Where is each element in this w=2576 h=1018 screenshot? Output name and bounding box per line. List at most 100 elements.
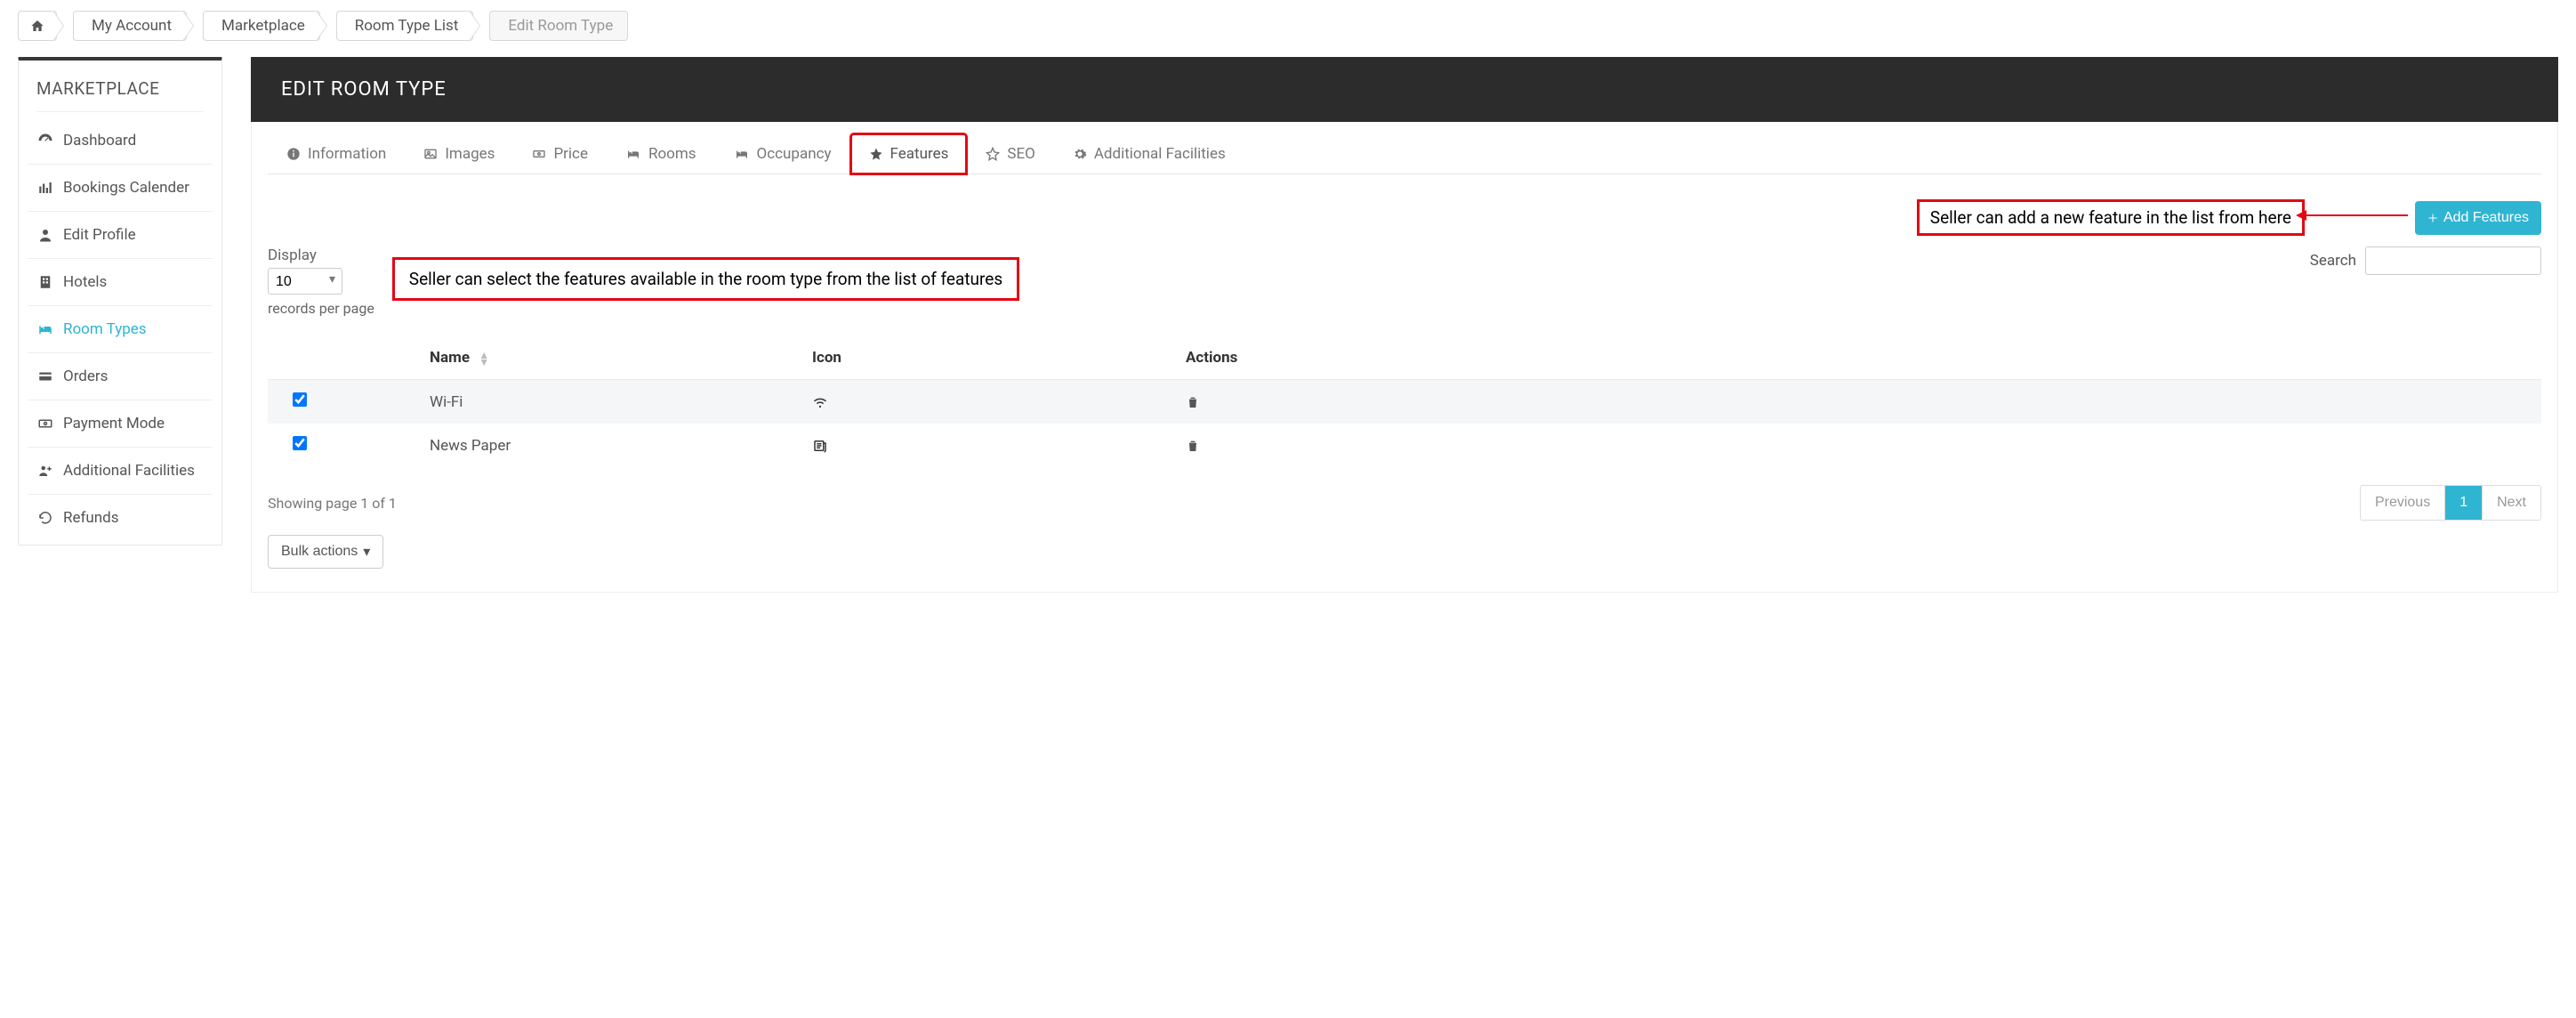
delete-row-button[interactable] [1186,439,2531,453]
sidebar-item-label: Bookings Calender [63,179,189,197]
features-table: Name ▲▼ Icon Actions Wi-Fi [268,336,2541,467]
sidebar-item-orders[interactable]: Orders [28,353,213,400]
column-header-icon: Icon [801,336,1175,380]
star-outline-icon [986,147,1000,161]
bed-icon [734,147,750,161]
dashboard-icon [36,133,54,149]
sidebar-item-label: Room Types [63,320,147,338]
delete-row-button[interactable] [1186,395,2531,409]
breadcrumb-item-marketplace[interactable]: Marketplace [203,11,320,41]
column-header-checkbox [268,336,419,380]
page-prev-button[interactable]: Previous [2361,486,2445,520]
add-features-button[interactable]: Add Features [2415,201,2541,235]
sidebar-item-bookings-calendar[interactable]: Bookings Calender [28,165,213,212]
tab-features[interactable]: Features [850,133,968,174]
breadcrumb-separator [187,11,203,41]
sidebar-title: MARKETPLACE [36,78,204,112]
main-content: EDIT ROOM TYPE Information Images Price [251,57,2558,593]
page-next-button[interactable]: Next [2483,486,2540,520]
sidebar-item-room-types[interactable]: Room Types [28,306,213,353]
row-checkbox[interactable] [293,392,307,407]
info-icon [286,147,301,161]
sidebar-item-label: Hotels [63,273,107,291]
row-icon-cell [801,380,1175,424]
star-solid-icon [869,147,883,161]
tab-label: Rooms [648,145,696,163]
sidebar-item-additional-facilities[interactable]: Additional Facilities [28,448,213,495]
display-label: Display [268,246,374,264]
sidebar-item-payment-mode[interactable]: Payment Mode [28,400,213,448]
tab-occupancy[interactable]: Occupancy [715,133,850,174]
plus-icon [2427,213,2438,223]
gear-icon [1073,147,1087,161]
tab-label: Additional Facilities [1094,145,1226,163]
tab-seo[interactable]: SEO [967,133,1053,174]
annotation-select-features: Seller can select the features available… [392,257,1019,301]
sidebar-item-label: Edit Profile [63,226,136,244]
row-icon-cell [801,424,1175,467]
bed-icon [36,321,54,337]
bed-icon [625,147,641,161]
breadcrumb-current: Edit Room Type [489,11,628,41]
tab-information[interactable]: Information [268,133,405,174]
tab-additional-facilities[interactable]: Additional Facilities [1054,133,1244,174]
tab-images[interactable]: Images [405,133,513,174]
building-icon [36,274,54,290]
search-input[interactable] [2365,246,2541,275]
display-length-control: Display 10 records per page [268,246,374,317]
bars-icon [36,180,54,196]
tab-label: Images [445,145,495,163]
breadcrumb-separator [473,11,489,41]
breadcrumb-home[interactable] [18,11,57,41]
sidebar-item-hotels[interactable]: Hotels [28,259,213,306]
annotation-arrow [2305,214,2408,216]
records-per-page-label: records per page [268,300,374,317]
column-header-name[interactable]: Name ▲▼ [419,336,801,380]
row-name: News Paper [419,424,801,467]
money-icon [36,416,54,432]
row-checkbox[interactable] [293,436,307,450]
undo-icon [36,510,54,526]
users-plus-icon [36,463,54,479]
breadcrumb-item-my-account[interactable]: My Account [73,11,187,41]
tab-label: Features [890,145,949,163]
newspaper-icon [812,438,1164,454]
sidebar-item-edit-profile[interactable]: Edit Profile [28,212,213,259]
bulk-actions-label: Bulk actions [281,544,358,560]
table-row: Wi-Fi [268,380,2541,424]
tab-rooms[interactable]: Rooms [607,133,715,174]
breadcrumb-item-room-type-list[interactable]: Room Type List [336,11,474,41]
money-icon [532,147,546,161]
wifi-icon [812,394,1164,410]
page-number-button[interactable]: 1 [2445,486,2483,520]
tab-label: SEO [1007,145,1034,163]
table-row: News Paper [268,424,2541,467]
pagination: Previous 1 Next [2360,485,2541,521]
sidebar-item-label: Additional Facilities [63,462,195,480]
tab-label: Price [553,145,588,163]
sort-icon: ▲▼ [473,351,489,366]
card-icon [36,368,54,384]
sidebar-item-label: Dashboard [63,132,136,149]
sidebar: MARKETPLACE Dashboard Bookings Calender … [18,57,222,545]
table-info: Showing page 1 of 1 [268,495,397,512]
breadcrumb-separator [57,11,73,41]
row-name: Wi-Fi [419,380,801,424]
page-header: EDIT ROOM TYPE [251,57,2558,122]
home-icon [29,19,45,33]
caret-down-icon: ▾ [363,543,370,561]
user-icon [36,227,54,243]
image-icon [423,147,438,161]
tab-price[interactable]: Price [513,133,607,174]
sidebar-item-dashboard[interactable]: Dashboard [28,117,213,165]
add-features-label: Add Features [2443,210,2529,226]
tab-label: Information [308,145,386,163]
column-header-actions: Actions [1175,336,2541,380]
sidebar-item-label: Orders [63,368,108,385]
annotation-add-feature: Seller can add a new feature in the list… [1917,199,2305,236]
search-label: Search [2310,252,2356,270]
bulk-actions-button[interactable]: Bulk actions ▾ [268,535,383,569]
display-length-select[interactable]: 10 [268,268,342,295]
sidebar-item-refunds[interactable]: Refunds [28,495,213,541]
tab-label: Occupancy [757,145,832,163]
